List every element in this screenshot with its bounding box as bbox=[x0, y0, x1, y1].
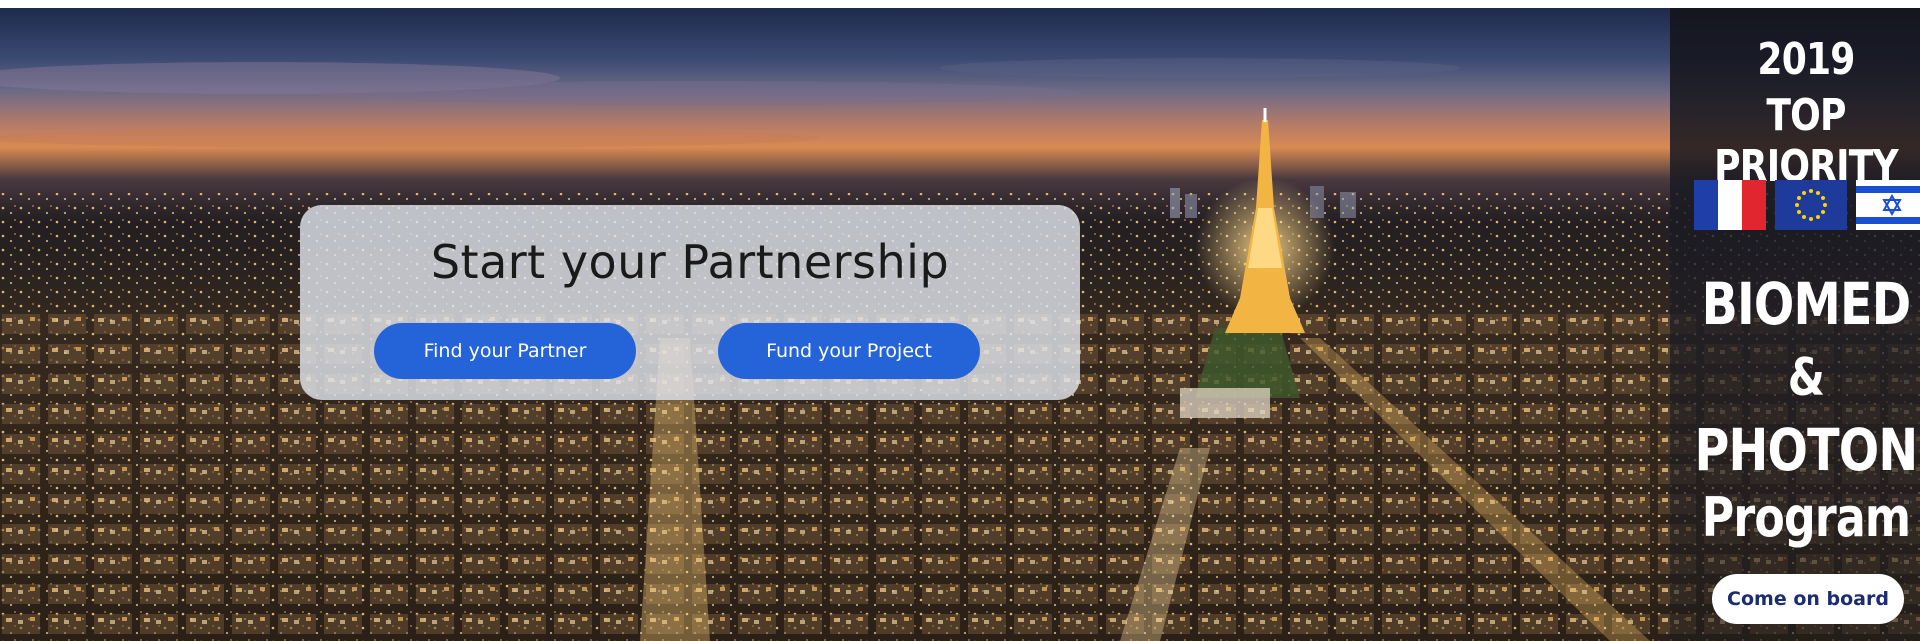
promo-ampersand: & bbox=[1787, 348, 1825, 408]
france-flag-icon bbox=[1694, 180, 1766, 230]
promo-panel: 2019 TOP PRIORITY BIOMED & PHOTON Progra… bbox=[1670, 8, 1920, 641]
page: Start your Partnership Find your Partner… bbox=[0, 0, 1920, 641]
eu-flag-icon bbox=[1775, 180, 1847, 230]
promo-year: 2019 bbox=[1757, 34, 1855, 85]
partnership-card: Start your Partnership Find your Partner… bbox=[300, 205, 1080, 400]
promo-headline: TOP PRIORITY bbox=[1714, 90, 1899, 192]
partnership-title: Start your Partnership bbox=[430, 235, 950, 289]
promo-program: Program bbox=[1701, 486, 1911, 549]
find-partner-button[interactable]: Find your Partner bbox=[374, 323, 636, 379]
israel-flag-icon bbox=[1856, 180, 1920, 230]
promo-biomed: BIOMED bbox=[1701, 270, 1912, 338]
fund-project-button[interactable]: Fund your Project bbox=[718, 323, 980, 379]
come-on-board-button[interactable]: Come on board bbox=[1712, 574, 1904, 624]
promo-photonics: PHOTONICS bbox=[1694, 416, 1920, 484]
